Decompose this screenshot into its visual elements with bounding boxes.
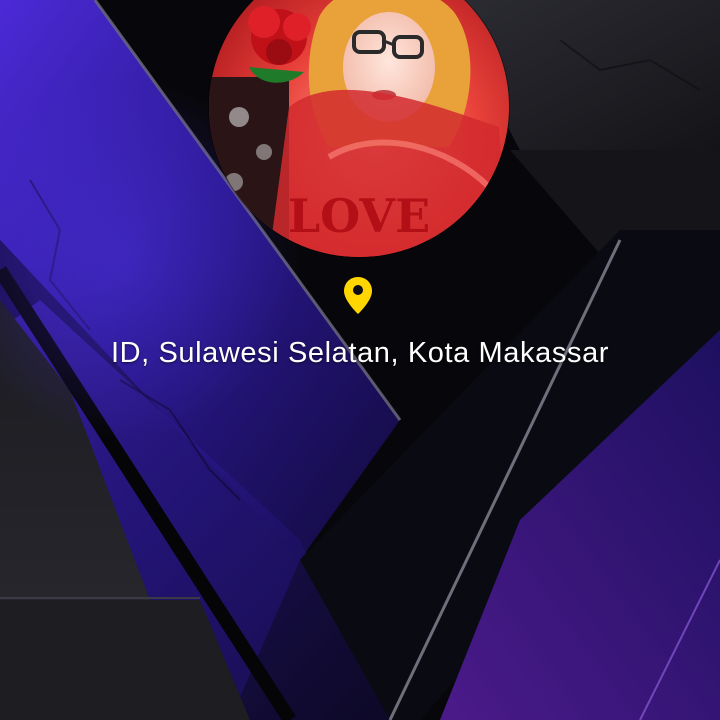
location-pin-icon xyxy=(344,277,372,314)
profile-screen: LOVE ID, Sulawesi Selatan, Kota Makassar xyxy=(0,0,720,720)
svg-text:LOVE: LOVE xyxy=(288,189,430,243)
location-text: ID, Sulawesi Selatan, Kota Makassar xyxy=(110,337,610,369)
